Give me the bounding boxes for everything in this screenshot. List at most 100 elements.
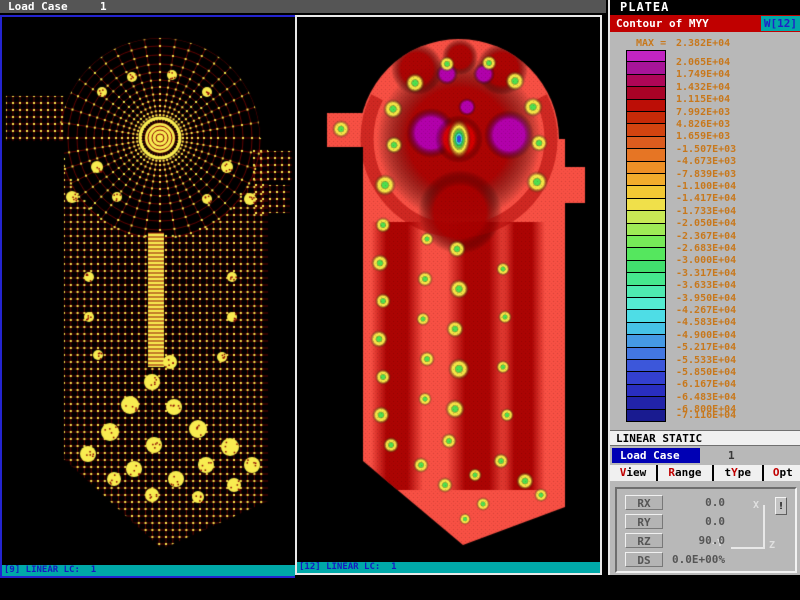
menu-button-text: pt (780, 466, 793, 479)
legend-band (626, 224, 666, 236)
legend-value: -4.900E+04 (676, 330, 736, 341)
legend-value: -5.217E+04 (676, 342, 736, 353)
menu-button-opt[interactable]: Opt (762, 465, 800, 481)
transform-label-ds: DS (625, 552, 663, 567)
legend-band (626, 236, 666, 248)
legend-band (626, 87, 666, 99)
mesh-viewport-status: [9] LINEAR LC: 1 (2, 565, 295, 576)
legend-value: -2.683E+04 (676, 243, 736, 254)
transform-label-rx: RX (625, 495, 663, 510)
legend-value: -5.850E+04 (676, 367, 736, 378)
legend-value: -5.533E+04 (676, 355, 736, 366)
legend-value: -6.483E+04 (676, 392, 736, 403)
transform-value-rx: 0.0 (667, 495, 725, 510)
legend-band (626, 310, 666, 322)
legend-band (626, 211, 666, 223)
legend-band (626, 174, 666, 186)
contour-legend: MAX = MIN = 2.382E+042.065E+041.749E+041… (610, 32, 800, 430)
viewport-titlebar: Load Case 1 (0, 0, 606, 13)
transform-label-rz: RZ (625, 533, 663, 548)
legend-band (626, 124, 666, 136)
application-window: Load Case 1 [9] LINEAR LC: 1 [12] LINEAR… (0, 0, 800, 600)
legend-band (626, 298, 666, 310)
legend-value: -1.733E+04 (676, 206, 736, 217)
legend-value: -2.050E+04 (676, 218, 736, 229)
legend-value: -4.673E+03 (676, 156, 736, 167)
legend-value: -4.583E+04 (676, 317, 736, 328)
contour-viewport-status: [12] LINEAR LC: 1 (297, 562, 600, 573)
legend-value: -6.167E+04 (676, 379, 736, 390)
legend-band (626, 75, 666, 87)
contour-canvas[interactable] (297, 17, 596, 558)
legend-value: -4.267E+04 (676, 305, 736, 316)
legend-band (626, 360, 666, 372)
legend-band (626, 261, 666, 273)
legend-band (626, 348, 666, 360)
legend-band (626, 286, 666, 298)
legend-band (626, 397, 666, 409)
legend-band (626, 112, 666, 124)
legend-value: 4.826E+03 (676, 119, 730, 130)
axis-z-label: Z (769, 541, 775, 551)
menu-button-text: Y (731, 466, 738, 479)
legend-band (626, 410, 666, 422)
legend-value: 7.992E+03 (676, 107, 730, 118)
menu-button-text: O (773, 466, 780, 479)
result-component-badge[interactable]: W[12] (761, 16, 800, 31)
menu-button-text: R (668, 466, 675, 479)
legend-value: -7.116E+04 (676, 410, 736, 421)
axis-toggle-button[interactable]: ! (775, 497, 787, 515)
legend-band (626, 186, 666, 198)
mesh-viewport[interactable]: [9] LINEAR LC: 1 (0, 15, 295, 578)
menu-button-text: iew (626, 466, 646, 479)
legend-band (626, 149, 666, 161)
load-case-button[interactable]: Load Case (612, 448, 700, 463)
legend-value: 1.115E+04 (676, 94, 730, 105)
legend-value: 1.659E+03 (676, 131, 730, 142)
legend-value: -3.950E+04 (676, 293, 736, 304)
menu-button-range[interactable]: Range (656, 465, 712, 481)
load-case-value: 1 (728, 448, 735, 463)
legend-band (626, 335, 666, 347)
legend-band (626, 50, 666, 62)
legend-band (626, 248, 666, 260)
legend-value: -1.417E+04 (676, 193, 736, 204)
menu-button-type[interactable]: tYpe (712, 465, 762, 481)
control-sidebar: PLATEA Contour of MYY W[12] MAX = MIN = … (608, 0, 800, 575)
contour-header: Contour of MYY W[12] (610, 15, 800, 32)
axis-x-label: X (753, 501, 759, 511)
axis-z-line (731, 547, 765, 549)
legend-band (626, 199, 666, 211)
transform-value-ry: 0.0 (667, 514, 725, 529)
transform-value-rz: 90.0 (667, 533, 725, 548)
legend-max-label: MAX = (636, 38, 666, 49)
legend-band (626, 162, 666, 174)
legend-value: -7.839E+03 (676, 169, 736, 180)
legend-value: -3.633E+04 (676, 280, 736, 291)
transform-box: X Z -Y ! RX0.0RY0.0RZ90.0DS0.0E+00% (615, 487, 797, 573)
transform-value-ds: 0.0E+00% (667, 552, 725, 567)
legend-band (626, 100, 666, 112)
menu-button-view[interactable]: View (610, 465, 656, 481)
legend-band (626, 137, 666, 149)
contour-viewport[interactable]: [12] LINEAR LC: 1 (295, 15, 602, 575)
legend-value: 1.749E+04 (676, 69, 730, 80)
axis-x-line (763, 505, 765, 549)
transform-label-ry: RY (625, 514, 663, 529)
app-title: PLATEA (610, 0, 800, 15)
legend-value: 2.065E+04 (676, 57, 730, 68)
legend-value: -1.507E+03 (676, 144, 736, 155)
load-case-number: 1 (100, 0, 107, 13)
menu-button-text: ange (675, 466, 702, 479)
load-case-title: Load Case (8, 0, 68, 13)
legend-value: -3.317E+04 (676, 268, 736, 279)
legend-value: 2.382E+04 (676, 38, 730, 49)
legend-band (626, 62, 666, 74)
menu-button-text: pe (738, 466, 751, 479)
analysis-type-bar: LINEAR STATIC (610, 430, 800, 446)
legend-band (626, 385, 666, 397)
transform-panel: X Z -Y ! RX0.0RY0.0RZ90.0DS0.0E+00% (610, 481, 800, 575)
mesh-canvas[interactable] (2, 17, 293, 561)
legend-value: 1.432E+04 (676, 82, 730, 93)
legend-band (626, 323, 666, 335)
